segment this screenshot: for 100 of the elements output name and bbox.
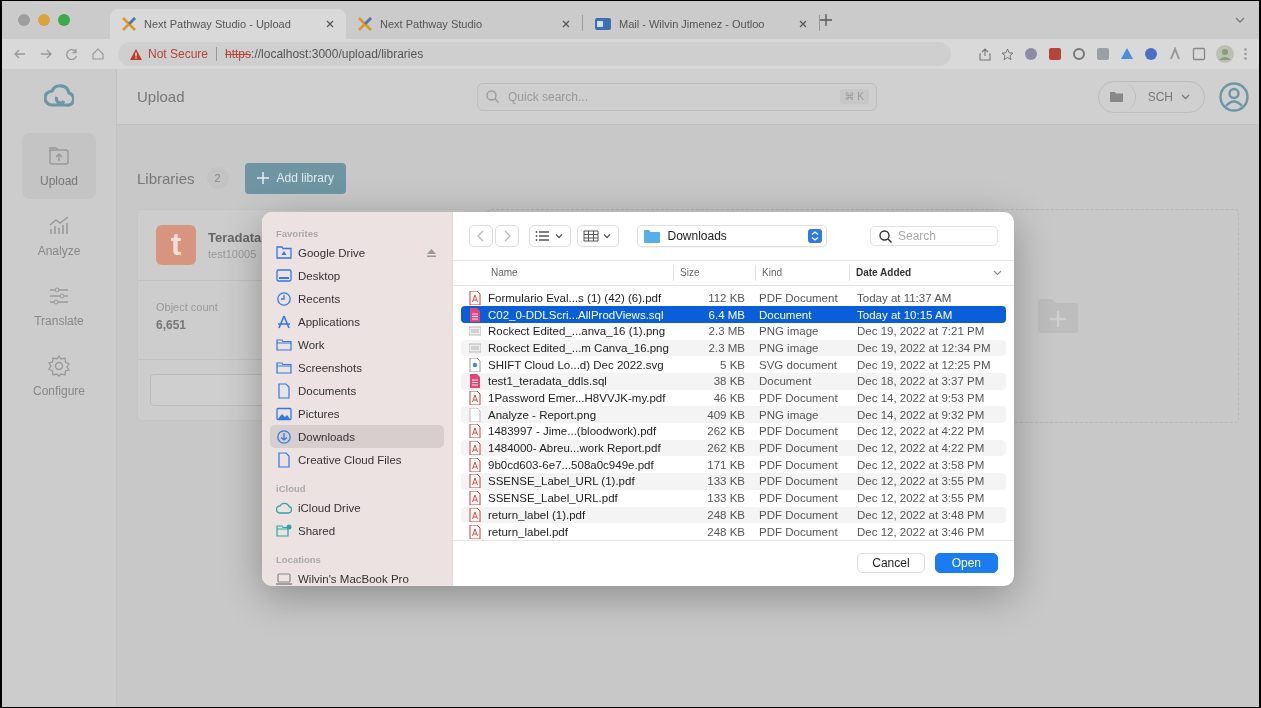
file-row[interactable]: return_label (1).pdf 248 KB PDF Document Dec 12, 2022 at 3:48 PM — [461, 506, 1006, 524]
more-menu-icon[interactable] — [1244, 48, 1247, 60]
browser-tab[interactable]: Next Pathway Studio — [346, 9, 582, 39]
file-row[interactable]: Analyze - Report.png 409 KB PNG image Dec 14, 2022 at 9:32 PM — [461, 406, 1006, 424]
extension-icon[interactable] — [1096, 47, 1110, 61]
warning-icon — [130, 48, 142, 60]
sidebar-item[interactable]: Documents — [270, 379, 444, 402]
chevron-down-icon — [1181, 93, 1190, 100]
pdf-file-icon — [469, 524, 481, 539]
sidebar-item[interactable]: Wilvin's MacBook Pro — [270, 567, 444, 586]
chevron-down-icon[interactable] — [1235, 17, 1245, 23]
sidebar-item[interactable]: Google Drive — [270, 241, 444, 264]
url-text[interactable]: https://localhost:3000/upload/libraries — [225, 47, 424, 61]
sidebar-item[interactable]: Screenshots — [270, 356, 444, 379]
column-header[interactable]: Size — [673, 264, 755, 281]
location-popup[interactable]: Downloads — [636, 225, 827, 247]
file-row[interactable]: SHIFT Cloud Lo...d) Dec 2022.svg 5 KB SVG document Dec 19, 2022 at 12:25 PM — [461, 356, 1006, 373]
file-row[interactable]: Rockect Edited_...anva_16 (1).png 2.3 MB PNG image Dec 19, 2022 at 7:21 PM — [461, 322, 1006, 340]
eject-icon[interactable] — [427, 248, 436, 257]
security-warning[interactable]: Not Secure — [130, 47, 209, 61]
close-icon[interactable] — [562, 20, 570, 28]
file-row[interactable]: 1Password Emer...H8VVJK-my.pdf 46 KB PDF Document Dec 14, 2022 at 9:53 PM — [461, 389, 1006, 407]
column-header[interactable]: Date Added — [849, 264, 1006, 281]
file-size: 171 KB — [706, 458, 746, 471]
laptop-icon — [276, 570, 292, 586]
sidebar-item[interactable]: Downloads — [270, 425, 444, 448]
file-name: SHIFT Cloud Lo...d) Dec 2022.svg — [488, 358, 664, 371]
cancel-button[interactable]: Cancel — [857, 553, 925, 574]
file-size: 262 KB — [706, 425, 746, 438]
profile-avatar-icon[interactable] — [1216, 45, 1234, 63]
mail-icon — [595, 17, 611, 31]
file-size: 5 KB — [719, 358, 746, 371]
column-header[interactable]: Name — [461, 264, 673, 281]
cloud-logo-icon — [44, 83, 74, 109]
window-control-icon — [18, 14, 30, 26]
sidebar-heading: Favorites — [275, 227, 320, 241]
sidebar-item[interactable]: Recents — [270, 287, 444, 310]
file-row[interactable]: 1483997 - Jime...(bloodwork).pdf 262 KB PDF Document Dec 12, 2022 at 4:22 PM — [461, 423, 1006, 440]
browser-tab[interactable]: Next Pathway Studio - Upload — [110, 9, 346, 39]
extension-icon[interactable] — [1048, 47, 1062, 61]
file-size: 409 KB — [706, 408, 746, 421]
open-button[interactable]: Open — [934, 553, 998, 574]
document-icon — [276, 451, 292, 468]
sidebar-item[interactable]: Desktop — [270, 264, 444, 287]
extension-icon[interactable] — [1192, 47, 1206, 61]
extension-icon[interactable] — [1072, 47, 1086, 61]
file-row[interactable]: 9b0cd603-6e7...508a0c949e.pdf 171 KB PDF Document Dec 12, 2022 at 3:58 PM — [461, 456, 1006, 474]
file-row[interactable]: return_label.pdf 248 KB PDF Document Dec 12, 2022 at 3:46 PM — [461, 523, 1006, 540]
file-row[interactable]: SSENSE_Label_URL.pdf 133 KB PDF Document Dec 12, 2022 at 3:55 PM — [461, 489, 1006, 507]
extension-icon[interactable] — [1024, 47, 1038, 61]
sidebar-item[interactable]: Applications — [270, 310, 444, 333]
sidebar-item[interactable]: Work — [270, 333, 444, 356]
sliders-icon — [47, 284, 71, 308]
file-date: Dec 12, 2022 at 3:55 PM — [856, 475, 986, 488]
file-name: 9b0cd603-6e7...508a0c949e.pdf — [488, 458, 654, 471]
clock-icon — [276, 290, 292, 307]
column-header[interactable]: Kind — [755, 264, 849, 281]
sidebar-item[interactable]: Creative Cloud Files — [270, 448, 444, 471]
search-field[interactable]: Search — [870, 226, 998, 246]
sidebar-item[interactable]: Shared — [270, 519, 444, 542]
reload-icon[interactable] — [66, 48, 78, 60]
sidebar-heading: Locations — [275, 553, 322, 567]
file-name: SSENSE_Label_URL.pdf — [488, 492, 618, 505]
home-icon[interactable] — [92, 48, 104, 60]
stepper-icon — [807, 229, 822, 243]
file-row[interactable]: test1_teradata_ddls.sql 38 KB Document Dec 18, 2022 at 3:37 PM — [461, 373, 1006, 390]
file-kind: PDF Document — [758, 425, 839, 438]
grid-view-icon[interactable] — [577, 225, 619, 247]
file-row[interactable]: C02_0-DDLScri...AllProdViews.sql 6.4 MB Document Today at 10:15 AM — [461, 306, 1006, 323]
share-icon[interactable] — [979, 47, 991, 61]
file-name: Rockect Edited_...m Canva_16.png — [488, 342, 669, 354]
sidebar-item[interactable]: iCloud Drive — [270, 496, 444, 519]
file-row[interactable]: 1484000- Abreu...work Report.pdf 262 KB PDF Document Dec 12, 2022 at 4:22 PM — [461, 439, 1006, 457]
new-tab-icon[interactable] — [820, 14, 832, 26]
extension-icon[interactable] — [1144, 47, 1158, 61]
browser-tab[interactable]: Mail - Wilvin Jimenez - Outloo — [583, 9, 819, 39]
file-name: Analyze - Report.png — [488, 408, 597, 421]
image-file-icon — [469, 341, 481, 355]
file-row[interactable]: Formulario Eval...s (1) (42) (6).pdf 112 KB PDF Document Today at 11:37 AM — [461, 289, 1006, 307]
file-size: 46 KB — [712, 392, 746, 405]
plus-icon — [256, 172, 269, 184]
close-icon[interactable] — [799, 20, 807, 28]
back-icon[interactable] — [14, 49, 26, 59]
forward-icon[interactable] — [40, 49, 52, 59]
extension-icon[interactable] — [1120, 47, 1134, 61]
file-kind: PDF Document — [758, 392, 839, 405]
file-row[interactable]: SSENSE_Label_URL (1).pdf 133 KB PDF Document Dec 12, 2022 at 3:55 PM — [461, 473, 1006, 490]
user-account-icon[interactable] — [1219, 81, 1249, 112]
star-icon[interactable] — [1001, 47, 1014, 61]
file-date: Dec 19, 2022 at 7:21 PM — [856, 325, 986, 338]
pdf-file-icon — [469, 290, 481, 305]
file-date: Dec 18, 2022 at 3:37 PM — [856, 375, 986, 388]
file-size: 112 KB — [707, 291, 746, 304]
list-view-icon[interactable] — [529, 225, 571, 247]
close-icon[interactable] — [326, 20, 334, 28]
file-kind: PNG image — [758, 325, 820, 338]
extension-icon[interactable] — [1168, 47, 1182, 61]
sidebar-item[interactable]: Pictures — [270, 402, 444, 425]
file-row[interactable]: Rockect Edited_...m Canva_16.png 2.3 MB PNG image Dec 19, 2022 at 12:34 PM — [461, 339, 1006, 357]
pdf-file-icon — [469, 491, 481, 506]
